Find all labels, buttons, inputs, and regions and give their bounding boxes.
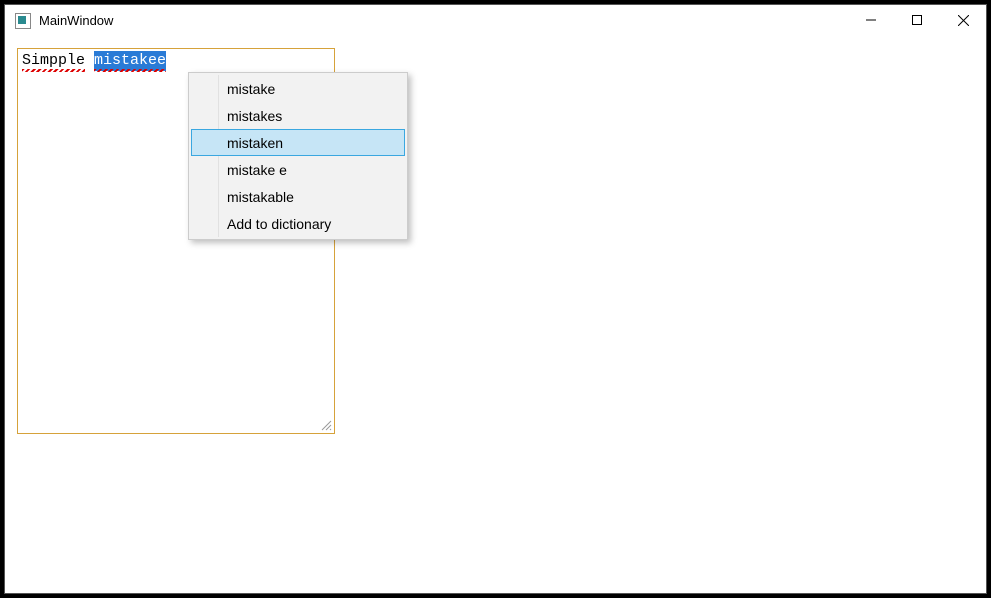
suggestion-item[interactable]: mistake e [191, 156, 405, 183]
add-to-dictionary-item[interactable]: Add to dictionary [191, 210, 405, 237]
maximize-button[interactable] [894, 5, 940, 35]
suggestion-item[interactable]: mistake [191, 75, 405, 102]
window-frame: MainWindow Simpple mistakee [4, 4, 987, 594]
minimize-button[interactable] [848, 5, 894, 35]
suggestion-item-highlighted[interactable]: mistaken [191, 129, 405, 156]
client-area: Simpple mistakee [5, 36, 986, 446]
window-controls [848, 5, 986, 35]
app-icon [15, 13, 31, 29]
misspelled-word[interactable]: Simpple [22, 51, 85, 71]
close-button[interactable] [940, 5, 986, 35]
suggestion-item[interactable]: mistakable [191, 183, 405, 210]
spellcheck-context-menu: mistake mistakes mistaken mistake e mist… [188, 72, 408, 240]
suggestion-item[interactable]: mistakes [191, 102, 405, 129]
selected-misspelled-word[interactable]: mistakee [94, 51, 166, 71]
titlebar[interactable]: MainWindow [5, 5, 986, 36]
window-title: MainWindow [39, 13, 113, 28]
resize-grip-icon[interactable] [320, 419, 332, 431]
